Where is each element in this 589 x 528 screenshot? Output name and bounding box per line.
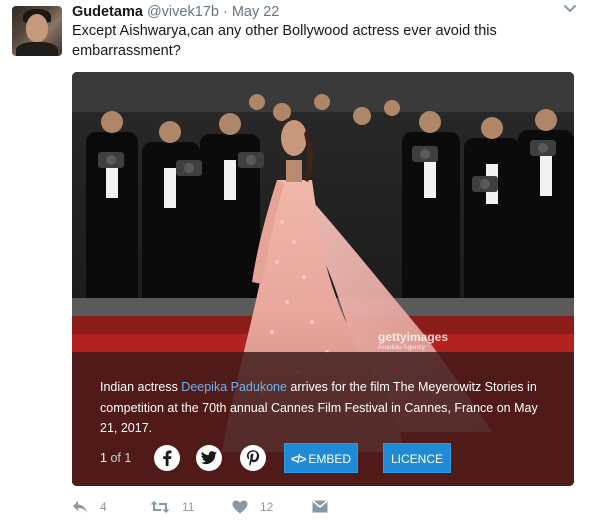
tweet: Gudetama @vivek17b · May 22 Except Aishw…: [0, 0, 589, 528]
caption-link[interactable]: Deepika Padukone: [181, 380, 287, 394]
getty-watermark: gettyimages Anadolu Agency: [378, 330, 448, 352]
watermark-text: gettyimages: [378, 330, 449, 344]
avatar[interactable]: [12, 6, 62, 56]
timestamp[interactable]: May 22: [232, 4, 280, 20]
tweet-header: Gudetama @vivek17b · May 22: [72, 3, 279, 21]
reply-icon: [73, 501, 87, 513]
licence-button[interactable]: LICENCE: [383, 443, 452, 473]
chevron-down-icon[interactable]: [563, 4, 577, 14]
embed-button[interactable]: </> EMBED: [284, 443, 359, 473]
photo-caption: Indian actress Deepika Padukone arrives …: [100, 377, 550, 439]
avatar-face: [26, 14, 48, 42]
retweet-button[interactable]: 11: [150, 500, 194, 514]
code-icon: </>: [291, 452, 306, 466]
twitter-share-button[interactable]: [196, 445, 222, 471]
twitter-icon: [201, 451, 217, 465]
watermark-subtext: Anadolu Agency: [378, 344, 425, 351]
pinterest-share-button[interactable]: [240, 445, 266, 471]
display-name[interactable]: Gudetama: [72, 4, 143, 20]
pinterest-icon: [246, 450, 260, 466]
media-card[interactable]: gettyimages Anadolu Agency Indian actres…: [72, 72, 574, 486]
like-button[interactable]: 12: [232, 500, 273, 514]
retweet-icon: [150, 501, 170, 513]
counter-total: of 1: [110, 451, 132, 465]
envelope-icon: [312, 500, 328, 513]
like-count: 12: [260, 500, 274, 514]
licence-label: LICENCE: [391, 452, 444, 466]
image-counter: 1 of 1: [100, 450, 131, 466]
counter-current: 1: [100, 451, 107, 465]
separator: ·: [222, 4, 228, 20]
reply-button[interactable]: 4: [72, 500, 107, 514]
heart-icon: [232, 500, 248, 514]
username[interactable]: @vivek17b: [147, 4, 219, 20]
facebook-icon: [163, 450, 172, 466]
embed-label: EMBED: [308, 452, 352, 466]
caption-prefix: Indian actress: [100, 380, 182, 394]
direct-message-button[interactable]: [312, 500, 328, 513]
tweet-text: Except Aishwarya,can any other Bollywood…: [72, 23, 497, 59]
reply-count: 4: [100, 500, 107, 514]
avatar-shirt: [16, 42, 58, 56]
retweet-count: 11: [182, 500, 195, 514]
facebook-share-button[interactable]: [154, 445, 180, 471]
